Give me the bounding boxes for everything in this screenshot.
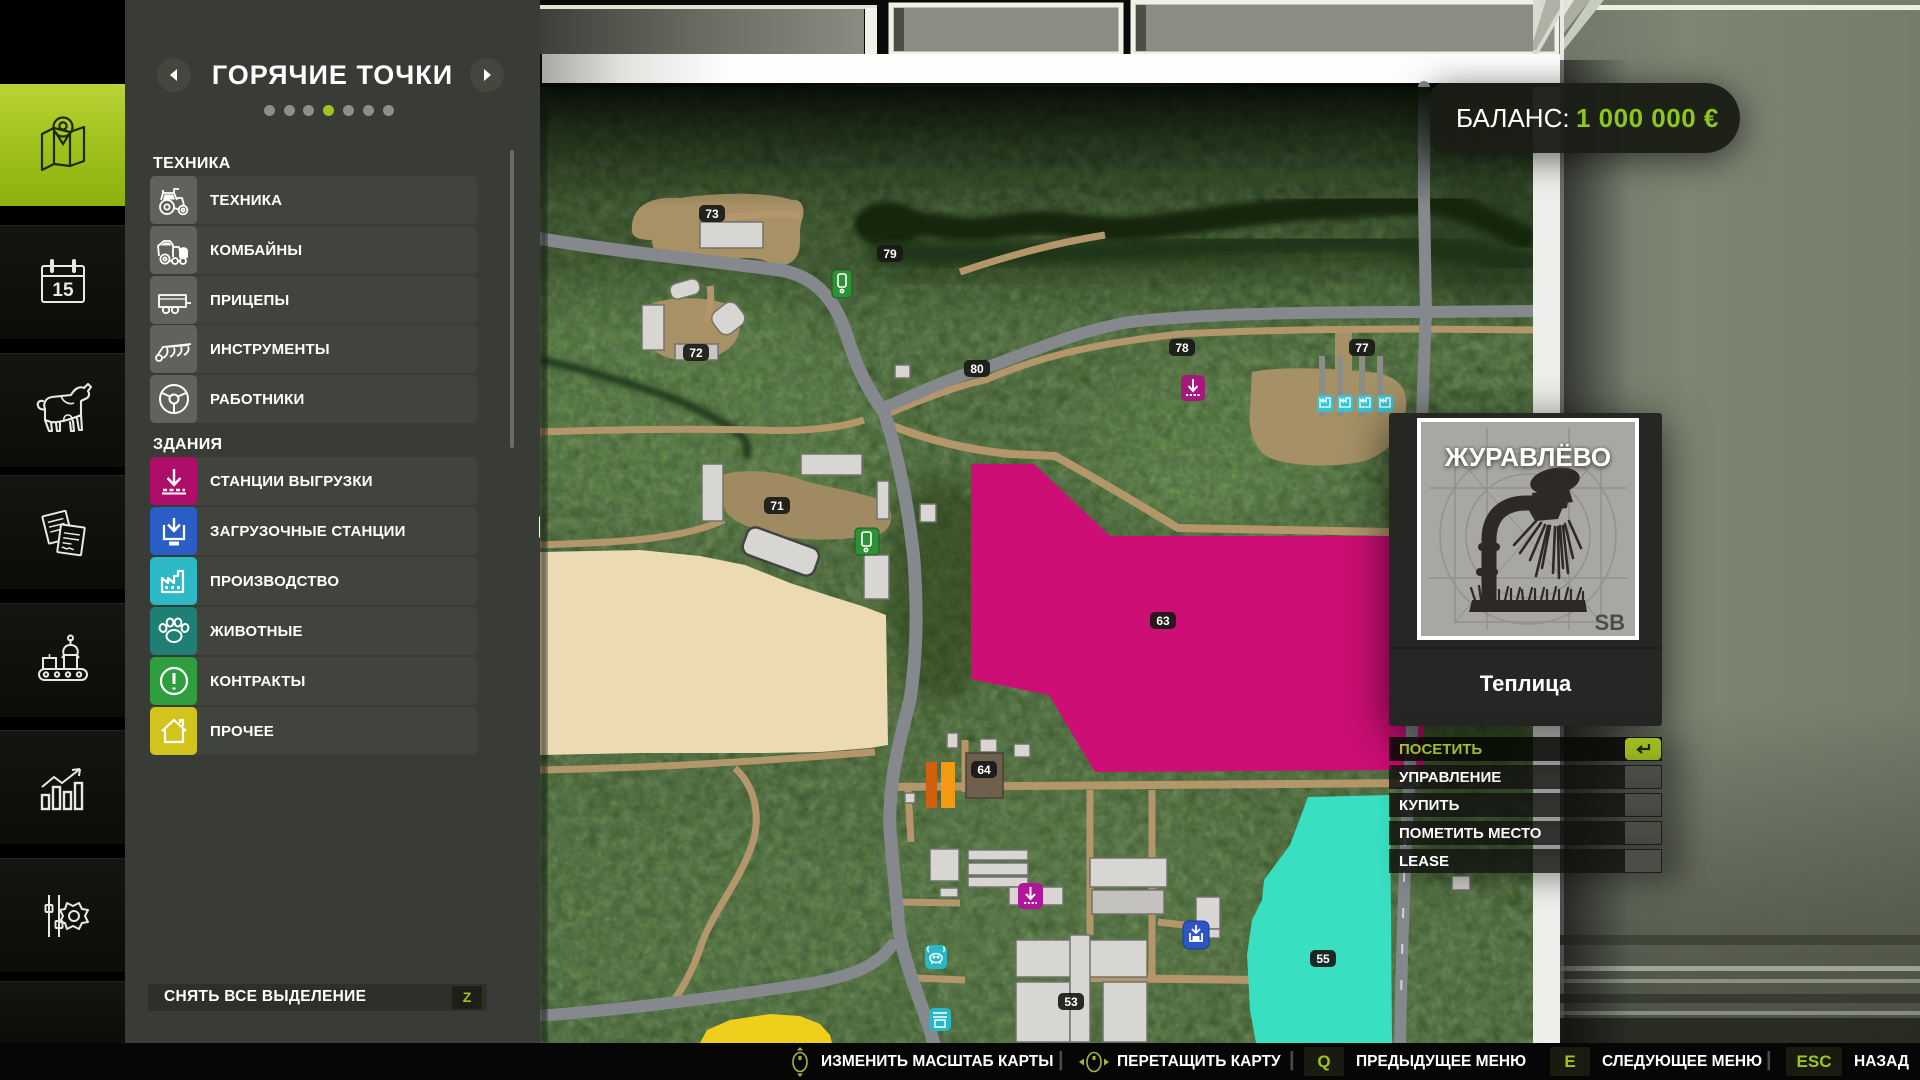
svg-text:53: 53 bbox=[1064, 995, 1078, 1009]
svg-text:80: 80 bbox=[970, 362, 984, 376]
svg-text:SB: SB bbox=[1594, 610, 1625, 635]
svg-text:55: 55 bbox=[1316, 952, 1330, 966]
svg-text:15: 15 bbox=[52, 280, 74, 301]
svg-text:79: 79 bbox=[883, 247, 897, 261]
svg-text:77: 77 bbox=[1355, 341, 1369, 355]
svg-text:ЖУРАВЛЁВО: ЖУРАВЛЁВО bbox=[1444, 442, 1611, 472]
svg-text:72: 72 bbox=[689, 346, 703, 360]
svg-text:63: 63 bbox=[1156, 614, 1170, 628]
svg-text:78: 78 bbox=[1175, 341, 1189, 355]
svg-text:73: 73 bbox=[705, 207, 719, 221]
svg-text:71: 71 bbox=[770, 499, 784, 513]
svg-text:64: 64 bbox=[977, 763, 991, 777]
